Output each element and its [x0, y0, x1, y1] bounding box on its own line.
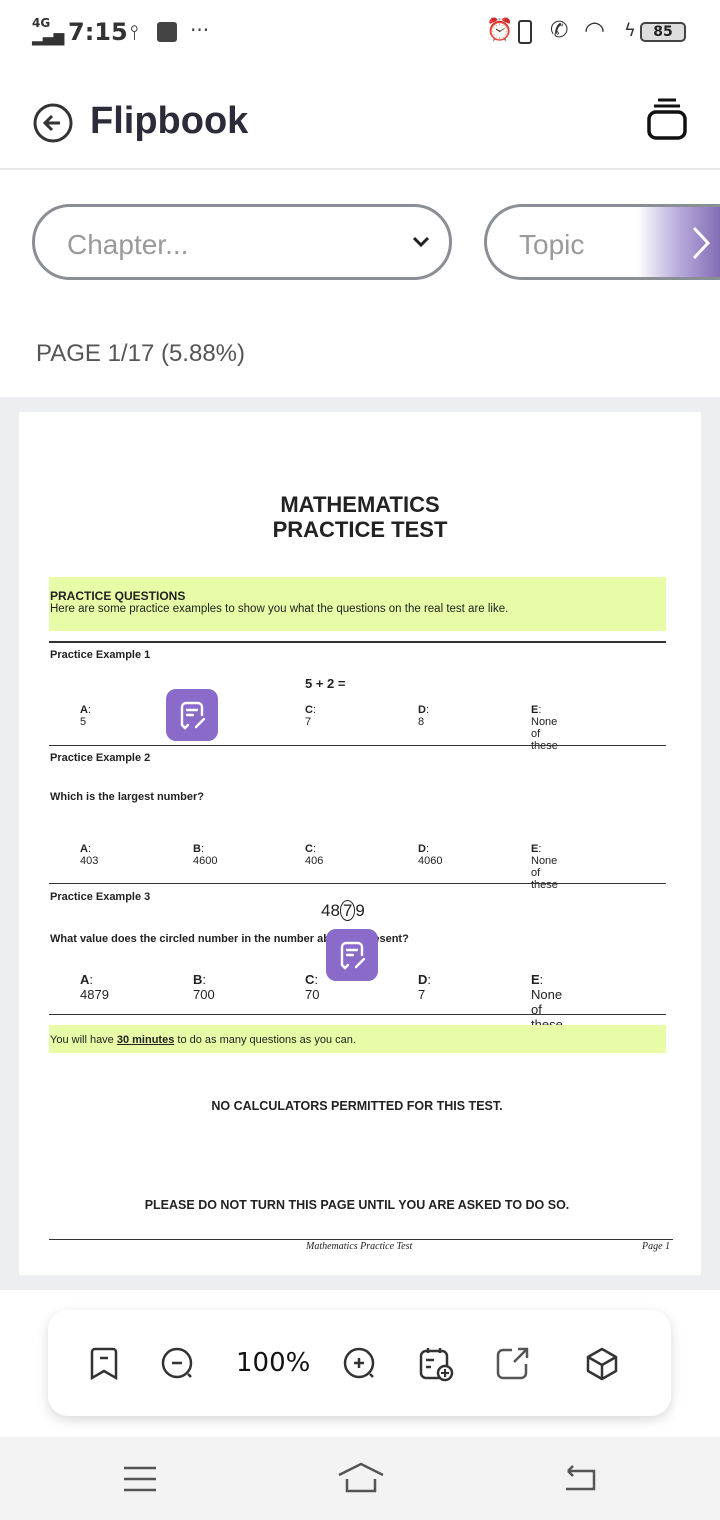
- recents-button[interactable]: [122, 1465, 158, 1493]
- chevron-right-icon[interactable]: [691, 225, 711, 261]
- example-label: Practice Example 2: [50, 752, 151, 764]
- note-annotation-button[interactable]: [326, 929, 378, 981]
- home-button[interactable]: [336, 1461, 386, 1495]
- answer-option: A: 4879: [80, 972, 109, 1002]
- wifi-icon: ◠: [584, 16, 605, 44]
- back-nav-button[interactable]: [560, 1465, 600, 1493]
- time-pre: You will have: [50, 1034, 117, 1046]
- zoom-out-button[interactable]: [160, 1346, 196, 1382]
- example-question: 5 + 2 =: [305, 676, 346, 691]
- topic-placeholder: Topic: [519, 229, 585, 260]
- rule: [49, 1014, 666, 1015]
- notes-jar-icon[interactable]: [644, 96, 690, 144]
- rule: [49, 745, 666, 746]
- chapter-placeholder: Chapter...: [67, 229, 189, 260]
- answer-option: D: 4060: [418, 843, 442, 867]
- answer-option: D: 8: [418, 704, 429, 728]
- note-annotation-button[interactable]: [166, 689, 218, 741]
- answer-option: B: 700: [193, 972, 215, 1002]
- intro-text: Here are some practice examples to show …: [50, 603, 509, 615]
- example-question: Which is the largest number?: [50, 791, 205, 803]
- topic-select[interactable]: Topic: [484, 204, 720, 280]
- alarm-icon: ⏰: [486, 18, 514, 43]
- more-icon: ···: [190, 18, 210, 42]
- signal-icon: 4G: [32, 16, 51, 30]
- usb-debug-icon: [157, 22, 177, 42]
- back-button[interactable]: [32, 102, 74, 144]
- option-letter: C: [305, 843, 313, 855]
- wifi-call-icon: ✆: [550, 18, 569, 43]
- note-edit-icon: [340, 941, 366, 970]
- page-indicator: PAGE 1/17 (5.88%): [36, 340, 245, 367]
- option-letter: C: [305, 704, 313, 716]
- signal-bars-icon: ▂▄▆: [32, 30, 65, 46]
- bookmark-button[interactable]: [86, 1346, 122, 1382]
- battery-icon: 85: [640, 22, 686, 42]
- do-not-turn: PLEASE DO NOT TURN THIS PAGE UNTIL YOU A…: [144, 1198, 570, 1212]
- option-letter: D: [418, 972, 428, 987]
- pdf-page[interactable]: MATHEMATICS PRACTICE TEST PRACTICE QUEST…: [19, 412, 701, 1275]
- circled-digit: 7: [339, 900, 356, 921]
- charging-icon: ϟ: [624, 20, 636, 41]
- number-part: 48: [321, 901, 340, 920]
- answer-option: A: 5: [80, 704, 91, 728]
- zoom-in-button[interactable]: [342, 1346, 378, 1382]
- 3d-cube-button[interactable]: [584, 1346, 620, 1382]
- rule: [49, 641, 666, 643]
- usb-icon: ⫯: [130, 20, 139, 44]
- chevron-down-icon: [412, 236, 430, 248]
- status-bar: 4G ▂▄▆ 7:15 ⫯ ··· ⏰ ✆ ◠ ϟ 85: [0, 0, 720, 64]
- page-title: Flipbook: [90, 100, 249, 142]
- time-note: You will have 30 minutes to do as many q…: [50, 1034, 356, 1046]
- vibrate-icon: [518, 20, 532, 44]
- no-calculators: NO CALCULATORS PERMITTED FOR THIS TEST.: [211, 1099, 503, 1113]
- add-schedule-button[interactable]: [418, 1346, 454, 1382]
- doc-title-2: PRACTICE TEST: [272, 517, 448, 542]
- answer-option: C: 70: [305, 972, 319, 1002]
- example-label: Practice Example 1: [50, 649, 151, 661]
- number-part: 9: [355, 901, 365, 920]
- answer-option: E: None of these: [531, 972, 563, 1032]
- option-letter: D: [418, 843, 426, 855]
- clock: 7:15: [68, 18, 128, 46]
- answer-option: C: 406: [305, 843, 323, 867]
- rule: [49, 1239, 673, 1240]
- answer-option: A: 403: [80, 843, 98, 867]
- option-letter: A: [80, 972, 90, 987]
- time-bold: 30 minutes: [116, 1034, 175, 1046]
- footer-page: Page 1: [642, 1241, 671, 1252]
- example-label: Practice Example 3: [50, 891, 151, 903]
- option-letter: B: [193, 843, 201, 855]
- option-letter: B: [193, 972, 203, 987]
- time-post: to do as many questions as you can.: [174, 1034, 356, 1046]
- system-nav-bar: [0, 1437, 720, 1520]
- viewer-toolbar: 100%: [48, 1310, 671, 1416]
- note-edit-icon: [180, 701, 206, 730]
- zoom-level: 100%: [236, 1348, 311, 1378]
- share-external-button[interactable]: [494, 1346, 530, 1382]
- option-letter: E: [531, 972, 540, 987]
- answer-option: B: 4600: [193, 843, 217, 867]
- option-letter: A: [80, 704, 88, 716]
- chapter-select[interactable]: Chapter...: [32, 204, 452, 280]
- option-letter: A: [80, 843, 88, 855]
- intro-heading: PRACTICE QUESTIONS: [50, 589, 186, 603]
- option-letter: C: [305, 972, 315, 987]
- rule: [49, 883, 666, 884]
- answer-option: C: 7: [305, 704, 316, 728]
- doc-title-1: MATHEMATICS: [280, 492, 440, 517]
- footer-title: Mathematics Practice Test: [306, 1241, 413, 1252]
- answer-option: D: 7: [418, 972, 431, 1002]
- divider: [0, 168, 720, 170]
- option-letter: D: [418, 704, 426, 716]
- circled-number: 48 7 9: [321, 900, 365, 921]
